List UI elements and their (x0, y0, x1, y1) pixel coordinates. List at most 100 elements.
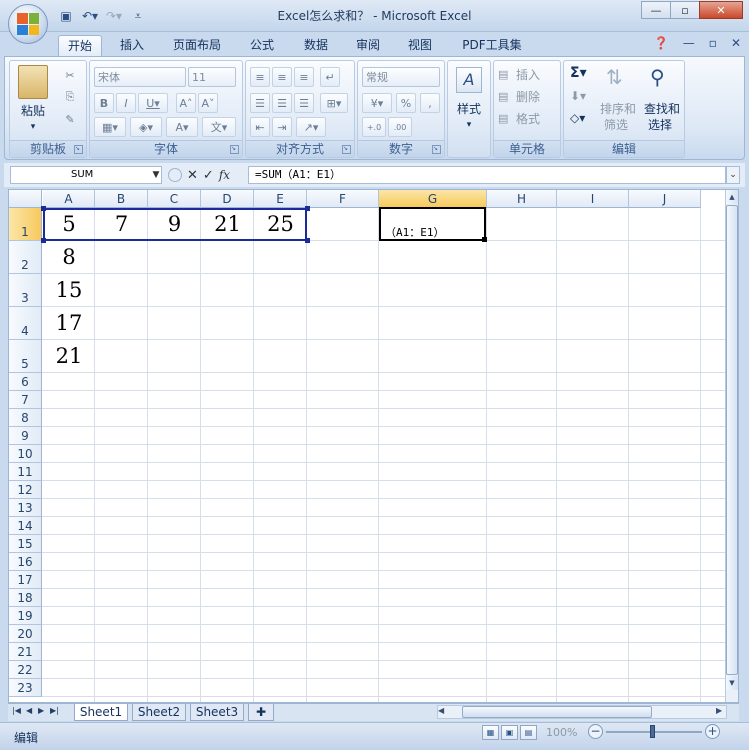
wrap-text-icon[interactable]: ↵ (320, 67, 340, 87)
scroll-up-icon[interactable]: ▲ (726, 190, 738, 204)
page-break-view-icon[interactable]: ▤ (520, 725, 537, 740)
cancel-icon[interactable]: ✕ (187, 168, 198, 183)
row-header-1[interactable]: 1 (9, 208, 42, 241)
office-button[interactable] (8, 4, 48, 44)
tab-formulas[interactable]: 公式 (242, 35, 282, 56)
row-header-4[interactable]: 4 (9, 307, 42, 340)
format-cells-label[interactable]: 格式 (516, 111, 540, 127)
italic-icon[interactable]: I (116, 93, 136, 113)
selection-handle[interactable] (41, 238, 46, 243)
maximize-button[interactable]: ▫ (670, 1, 700, 19)
name-box-dropdown-icon[interactable]: ▼ (150, 166, 162, 184)
paste-dropdown-icon[interactable]: ▾ (14, 119, 52, 135)
font-color-icon[interactable]: A▾ (166, 117, 198, 137)
row-header-11[interactable]: 11 (9, 463, 42, 481)
cell-g1[interactable]: （A1：E1） (385, 224, 445, 240)
row-header-10[interactable]: 10 (9, 445, 42, 463)
fill-handle[interactable] (482, 237, 487, 242)
column-header-c[interactable]: C (148, 190, 201, 208)
align-right-icon[interactable]: ☰ (294, 93, 314, 113)
styles-dropdown-icon[interactable]: ▾ (448, 117, 490, 133)
row-header-9[interactable]: 9 (9, 427, 42, 445)
scroll-left-icon[interactable]: ◀ (438, 706, 444, 715)
row-header-18[interactable]: 18 (9, 589, 42, 607)
row-header-22[interactable]: 22 (9, 661, 42, 679)
row-header-19[interactable]: 19 (9, 607, 42, 625)
expand-formula-bar-icon[interactable]: ⌄ (726, 166, 740, 184)
minimize-button[interactable]: — (641, 1, 671, 19)
merge-center-icon[interactable]: ⊞▾ (320, 93, 348, 113)
row-header-14[interactable]: 14 (9, 517, 42, 535)
delete-cells-label[interactable]: 删除 (516, 89, 540, 105)
decrease-indent-icon[interactable]: ⇤ (250, 117, 270, 137)
selection-handle[interactable] (41, 206, 46, 211)
cell-a5[interactable]: 21 (43, 341, 95, 374)
tab-review[interactable]: 审阅 (348, 35, 388, 56)
align-center-icon[interactable]: ☰ (272, 93, 292, 113)
insert-function-icon[interactable]: fx (219, 168, 230, 182)
cell-a4[interactable]: 17 (43, 308, 95, 341)
ribbon-close-icon[interactable]: ✕ (731, 36, 741, 50)
align-left-icon[interactable]: ☰ (250, 93, 270, 113)
sort-filter-label-2[interactable]: 筛选 (604, 117, 628, 133)
select-all-button[interactable] (9, 190, 42, 208)
increase-decimal-icon[interactable]: +.0 (362, 117, 386, 137)
tab-page-layout[interactable]: 页面布局 (166, 35, 228, 56)
row-header-12[interactable]: 12 (9, 481, 42, 499)
format-painter-icon[interactable]: ✎ (60, 109, 80, 129)
formula-input[interactable]: =SUM（A1：E1） (248, 166, 726, 184)
row-header-5[interactable]: 5 (9, 340, 42, 373)
insert-cells-label[interactable]: 插入 (516, 67, 540, 83)
column-header-b[interactable]: B (95, 190, 148, 208)
column-header-e[interactable]: E (254, 190, 307, 208)
tab-data[interactable]: 数据 (296, 35, 336, 56)
row-header-7[interactable]: 7 (9, 391, 42, 409)
percent-icon[interactable]: % (396, 93, 416, 113)
styles-label[interactable]: 样式 (448, 101, 490, 117)
selection-handle[interactable] (305, 238, 310, 243)
row-header-17[interactable]: 17 (9, 571, 42, 589)
sort-filter-icon[interactable]: ⇅ (606, 65, 623, 89)
find-select-label-2[interactable]: 选择 (648, 117, 672, 133)
cell-a2[interactable]: 8 (43, 242, 95, 275)
alignment-launcher-icon[interactable]: ↘ (342, 145, 351, 154)
insert-sheet-icon[interactable]: ✚ (248, 704, 274, 721)
sheet-tab-sheet2[interactable]: Sheet2 (132, 704, 186, 721)
column-header-f[interactable]: F (307, 190, 379, 208)
comma-icon[interactable]: , (420, 93, 440, 113)
format-cells-icon[interactable]: ▤ (498, 111, 508, 127)
styles-icon[interactable]: A (456, 67, 482, 93)
autosum-icon[interactable]: Σ▾ (570, 65, 587, 81)
insert-cells-icon[interactable]: ▤ (498, 67, 508, 83)
font-launcher-icon[interactable]: ↘ (230, 145, 239, 154)
cell-a3[interactable]: 15 (43, 275, 95, 308)
zoom-level[interactable]: 100% (546, 726, 577, 739)
shrink-font-icon[interactable]: A˅ (198, 93, 218, 113)
zoom-out-icon[interactable]: − (588, 724, 603, 739)
sheet-tab-sheet3[interactable]: Sheet3 (190, 704, 244, 721)
row-header-2[interactable]: 2 (9, 241, 42, 274)
horizontal-scroll-thumb[interactable] (462, 706, 652, 718)
row-header-20[interactable]: 20 (9, 625, 42, 643)
row-header-15[interactable]: 15 (9, 535, 42, 553)
column-header-j[interactable]: J (629, 190, 701, 208)
scroll-down-icon[interactable]: ▼ (726, 676, 738, 690)
name-box[interactable]: SUM (10, 166, 162, 184)
prev-sheet-icon[interactable]: ◀ (26, 706, 32, 715)
column-header-g[interactable]: G (379, 190, 487, 208)
copy-icon[interactable]: ⎘ (60, 87, 80, 107)
find-select-label-1[interactable]: 查找和 (644, 101, 680, 117)
worksheet-grid[interactable]: ABCDEFGHIJ 1 2 3 4 5 6 7 8 9 10 11 12 13 14 15 16 17 18 19… (8, 189, 739, 703)
zoom-slider-thumb[interactable] (650, 725, 655, 738)
page-layout-view-icon[interactable]: ▣ (501, 725, 518, 740)
clipboard-launcher-icon[interactable]: ↘ (74, 145, 83, 154)
find-select-icon[interactable]: ⚲ (650, 65, 665, 89)
column-header-i[interactable]: I (557, 190, 629, 208)
column-header-d[interactable]: D (201, 190, 254, 208)
row-header-3[interactable]: 3 (9, 274, 42, 307)
currency-icon[interactable]: ¥▾ (362, 93, 392, 113)
column-header-h[interactable]: H (487, 190, 557, 208)
decrease-decimal-icon[interactable]: .00 (388, 117, 412, 137)
sheet-tab-sheet1[interactable]: Sheet1 (74, 704, 128, 721)
bold-icon[interactable]: B (94, 93, 114, 113)
